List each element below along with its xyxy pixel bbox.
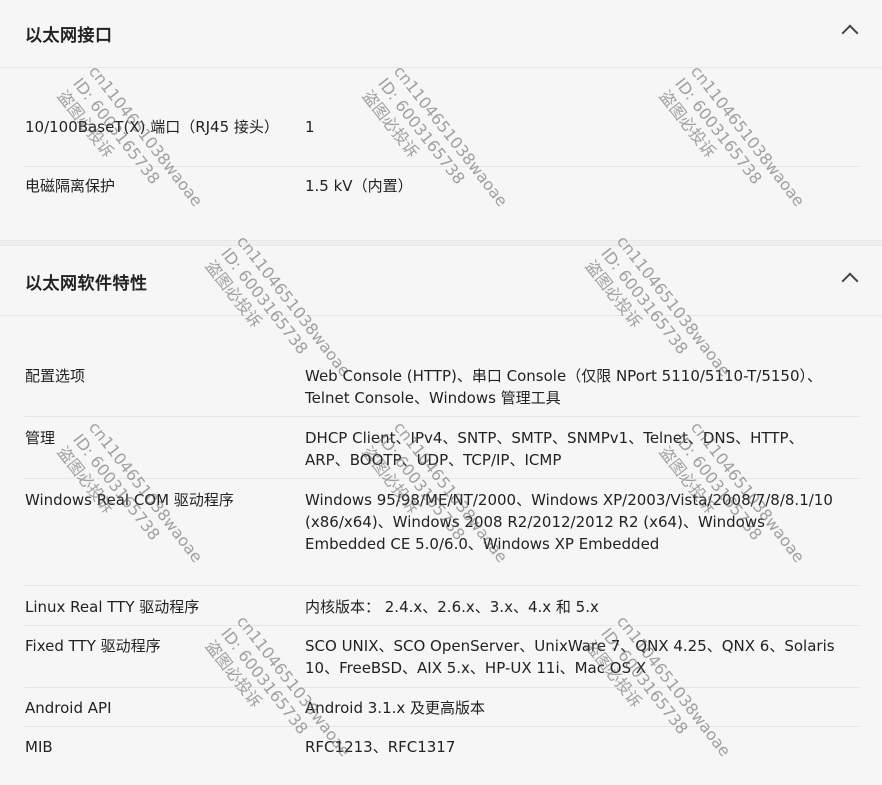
spec-row: 管理 DHCP Client、IPv4、SNTP、SMTP、SNMPv1、Tel…	[25, 427, 860, 479]
spec-value: DHCP Client、IPv4、SNTP、SMTP、SNMPv1、Telnet…	[305, 429, 804, 469]
spec-label: MIB	[25, 738, 53, 756]
chevron-up-icon[interactable]	[841, 272, 859, 290]
spec-row: 10/100BaseT(X) 端口（RJ45 接头） 1	[25, 116, 860, 167]
section-title: 以太网接口	[25, 26, 113, 46]
spec-label: 配置选项	[25, 367, 86, 385]
spec-value: 内核版本： 2.4.x、2.6.x、3.x、4.x 和 5.x	[305, 598, 599, 616]
spec-label: Linux Real TTY 驱动程序	[25, 598, 200, 616]
spec-value: 1.5 kV（内置）	[305, 177, 413, 195]
spec-value: Windows 95/98/ME/NT/2000、Windows XP/2003…	[305, 491, 833, 553]
spec-label: Android API	[25, 699, 112, 717]
spec-row: 电磁隔离保护 1.5 kV（内置）	[25, 175, 860, 215]
spec-label: Windows Real COM 驱动程序	[25, 491, 234, 509]
spec-value: Web Console (HTTP)、串口 Console（仅限 NPort 5…	[305, 367, 823, 407]
section-header-ethernet-software[interactable]: 以太网软件特性	[0, 246, 882, 316]
section-header-ethernet-interface[interactable]: 以太网接口	[0, 0, 882, 68]
spec-value: RFC1213、RFC1317	[305, 738, 456, 756]
spec-row: Linux Real TTY 驱动程序 内核版本： 2.4.x、2.6.x、3.…	[25, 596, 860, 626]
spec-row: MIB RFC1213、RFC1317	[25, 736, 860, 766]
spec-row: Fixed TTY 驱动程序 SCO UNIX、SCO OpenServer、U…	[25, 635, 860, 688]
spec-row: Android API Android 3.1.x 及更高版本	[25, 697, 860, 727]
spec-label: Fixed TTY 驱动程序	[25, 637, 161, 655]
spec-value: SCO UNIX、SCO OpenServer、UnixWare 7、QNX 4…	[305, 637, 835, 677]
section-title: 以太网软件特性	[25, 274, 148, 294]
spec-row: 配置选项 Web Console (HTTP)、串口 Console（仅限 NP…	[25, 365, 860, 417]
spec-label: 电磁隔离保护	[25, 177, 116, 195]
spec-label: 10/100BaseT(X) 端口（RJ45 接头）	[25, 118, 279, 136]
spec-label: 管理	[25, 429, 56, 447]
spec-row: Windows Real COM 驱动程序 Windows 95/98/ME/N…	[25, 489, 860, 586]
spec-value: 1	[305, 118, 315, 136]
spec-value: Android 3.1.x 及更高版本	[305, 699, 486, 717]
chevron-up-icon[interactable]	[841, 24, 859, 42]
